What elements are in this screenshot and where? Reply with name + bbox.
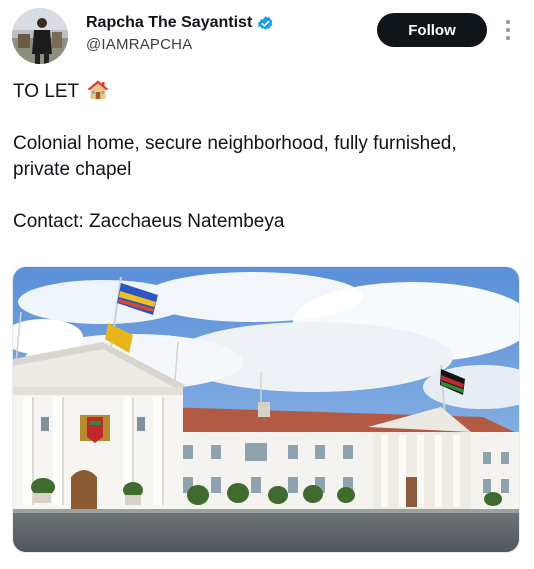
tweet-line-4: Contact: Zacchaeus Natembeya [13,211,285,232]
avatar[interactable] [12,8,68,64]
dot [506,36,510,40]
tweet-body: TO LET Colonial home, secure neighborhoo… [13,79,518,235]
tweet-photo[interactable] [12,266,520,553]
tweet-text-to-let: TO LET [13,81,79,102]
author-handle[interactable]: @IAMRAPCHA [86,36,192,53]
author-display-name[interactable]: Rapcha The Sayantist [86,14,252,32]
avatar-image [12,8,68,64]
author-name-row: Rapcha The Sayantist [86,14,274,32]
follow-button[interactable]: Follow [377,13,487,47]
verified-badge-icon [257,15,274,32]
dot [506,28,510,32]
tweet-header: Rapcha The Sayantist @IAMRAPCHA Follow [0,0,534,70]
house-icon [87,80,109,100]
dot [506,20,510,24]
tweet-line-3: private chapel [13,159,132,180]
tweet-line-1: TO LET [13,79,518,105]
tweet-line-2: Colonial home, secure neighborhood, full… [13,133,457,154]
mansion-photo-image [13,267,519,552]
more-options-icon[interactable] [498,18,518,42]
